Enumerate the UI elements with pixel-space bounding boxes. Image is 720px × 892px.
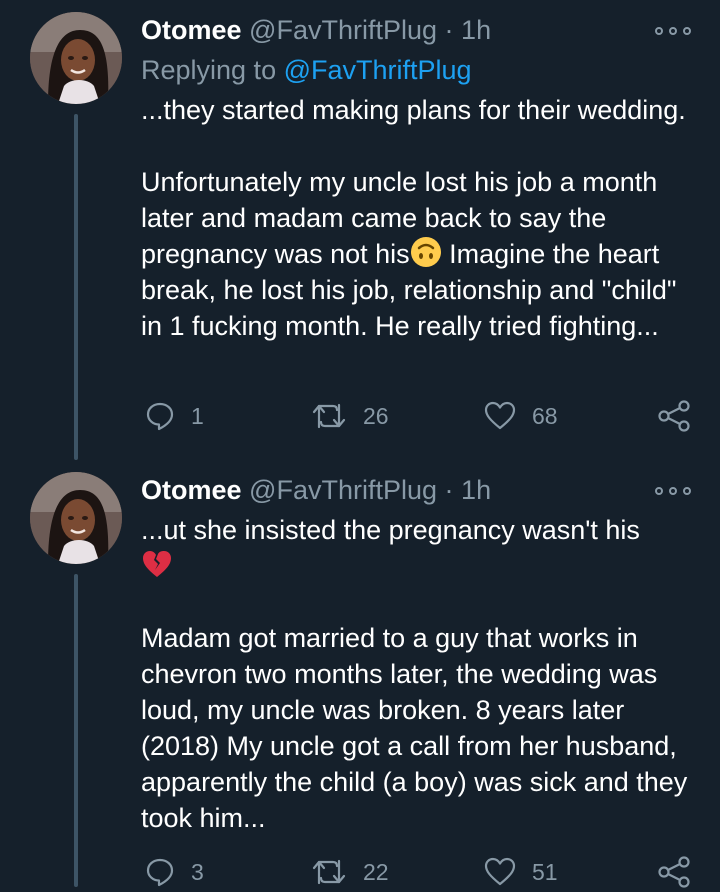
like-button[interactable]: 68: [484, 396, 558, 436]
like-count: 68: [532, 402, 558, 429]
share-button[interactable]: [657, 852, 691, 892]
reply-count: 3: [191, 858, 204, 885]
reply-button[interactable]: 1: [145, 396, 204, 436]
header-separator: ·: [444, 475, 454, 505]
reply-icon: [146, 858, 174, 887]
heart-icon: [484, 401, 516, 430]
tweet-text-segment: ...ut she insisted the pregnancy wasn't …: [141, 515, 640, 545]
tweet-actions: 3 22 51: [141, 852, 701, 892]
retweet-icon: [312, 403, 346, 429]
share-icon: [658, 400, 690, 432]
replying-to-label: Replying to: [141, 55, 277, 85]
thread-line: [74, 114, 78, 460]
tweet-actions: 1 26 68: [141, 396, 701, 436]
author-handle[interactable]: @FavThriftPlug: [249, 15, 437, 45]
tweet-time[interactable]: 1h: [461, 15, 491, 45]
tweet[interactable]: Otomee @FavThriftPlug · 1h Replying to @…: [0, 0, 720, 460]
replying-to-mention[interactable]: @FavThriftPlug: [284, 55, 472, 85]
retweet-icon: [312, 859, 346, 885]
tweet-time[interactable]: 1h: [461, 475, 491, 505]
retweet-count: 22: [363, 858, 389, 885]
tweet-text: ...ut she insisted the pregnancy wasn't …: [141, 512, 701, 836]
reply-icon: [146, 402, 174, 431]
more-horizontal-icon[interactable]: [655, 484, 691, 498]
tweet-paragraph: Madam got married to a guy that works in…: [141, 623, 688, 833]
author-handle[interactable]: @FavThriftPlug: [249, 475, 437, 505]
more-horizontal-icon[interactable]: [655, 24, 691, 38]
reply-count: 1: [191, 402, 204, 429]
tweet-paragraph: ...they started making plans for their w…: [141, 95, 686, 125]
share-icon: [658, 856, 690, 888]
retweet-count: 26: [363, 402, 389, 429]
author-name[interactable]: Otomee: [141, 475, 242, 505]
broken-heart-emoji: [141, 548, 173, 580]
like-count: 51: [532, 858, 558, 885]
author-name[interactable]: Otomee: [141, 15, 242, 45]
avatar[interactable]: [30, 472, 122, 564]
avatar[interactable]: [30, 12, 122, 104]
reply-button[interactable]: 3: [145, 852, 204, 892]
tweet-header: Otomee @FavThriftPlug · 1h: [141, 474, 491, 506]
retweet-button[interactable]: 26: [311, 396, 389, 436]
share-button[interactable]: [657, 396, 691, 436]
avatar-photo: [30, 472, 122, 564]
retweet-button[interactable]: 22: [311, 852, 389, 892]
tweet[interactable]: Otomee @FavThriftPlug · 1h ...ut she ins…: [0, 460, 720, 888]
tweet-paragraph: Unfortunately my uncle lost his job a mo…: [141, 164, 701, 344]
tweet-paragraph: ...ut she insisted the pregnancy wasn't …: [141, 512, 701, 584]
like-button[interactable]: 51: [484, 852, 558, 892]
header-separator: ·: [444, 15, 454, 45]
upside-down-face-emoji: [410, 236, 442, 268]
avatar-photo: [30, 12, 122, 104]
replying-to: Replying to @FavThriftPlug: [141, 54, 472, 86]
thread-line: [74, 574, 78, 887]
heart-icon: [484, 857, 516, 886]
tweet-header: Otomee @FavThriftPlug · 1h: [141, 14, 491, 46]
tweet-text: ...they started making plans for their w…: [141, 92, 701, 344]
